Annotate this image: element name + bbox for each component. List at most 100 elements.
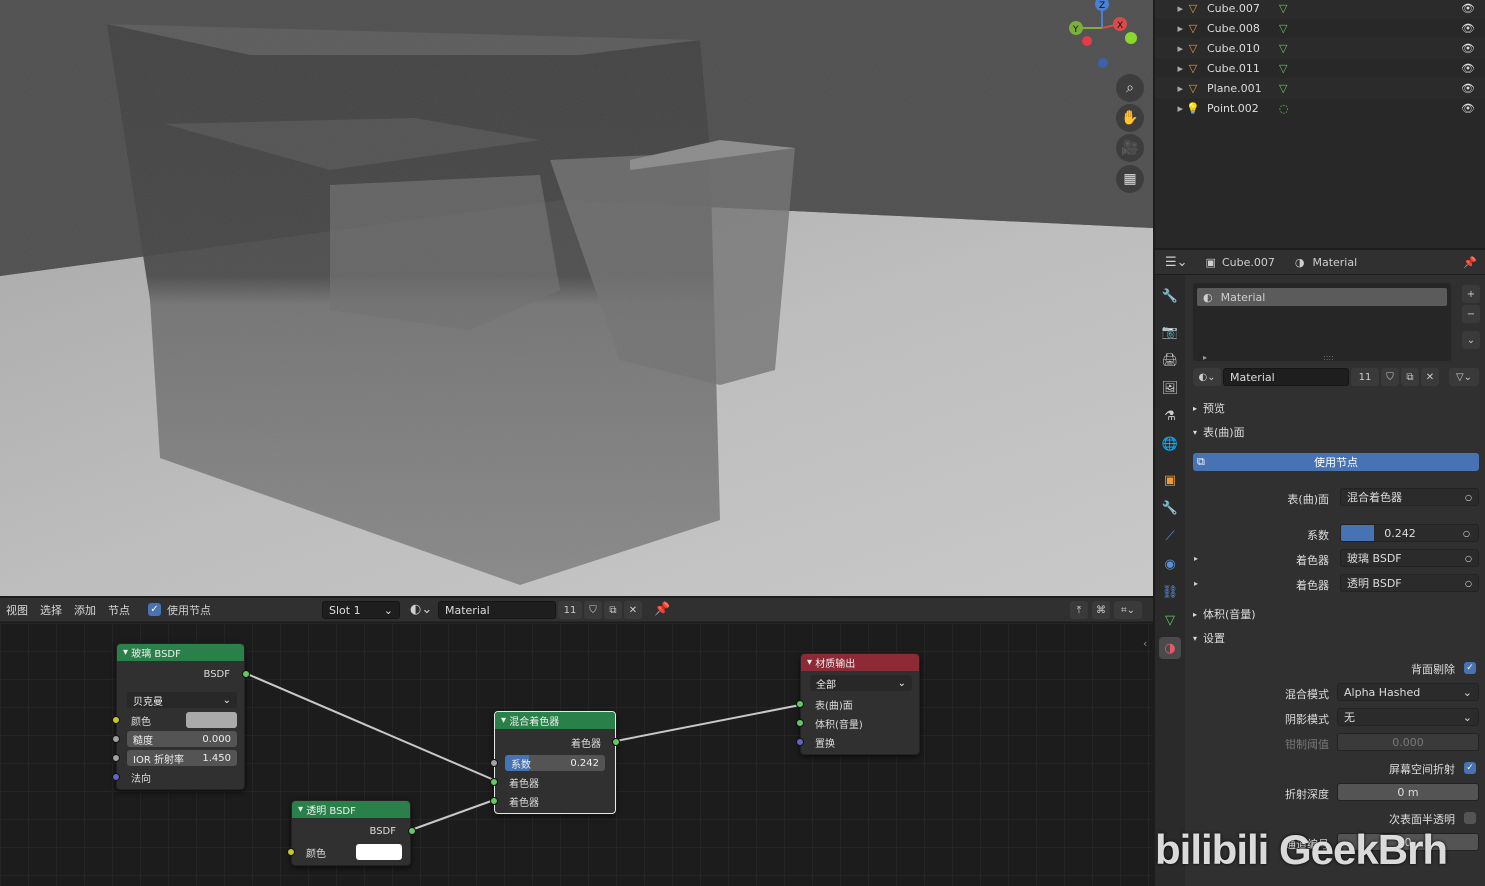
slot-specials-icon[interactable]: ⌄ xyxy=(1462,331,1480,349)
menu-add[interactable]: 添加 xyxy=(68,602,102,618)
menu-view[interactable]: 视图 xyxy=(0,602,34,618)
mesh-data-icon[interactable]: ▽ xyxy=(1279,22,1287,35)
use-nodes-toggle[interactable]: ✓ 使用节点 xyxy=(148,602,211,618)
modifier-tab-icon[interactable]: 🔧 xyxy=(1159,497,1181,519)
unlink-icon[interactable]: ✕ xyxy=(624,601,642,619)
snap-options-icon[interactable]: ⌗⌄ xyxy=(1114,601,1142,619)
screen-space-refraction-checkbox[interactable]: ✓ xyxy=(1464,762,1476,774)
node-glass-bsdf[interactable]: ▾ 玻璃 BSDF BSDF 贝克曼 ⌄ 颜色 糙度 0.000 IOR 折射率 1.… xyxy=(112,643,250,790)
mesh-data-icon[interactable]: ▽ xyxy=(1279,2,1287,15)
expand-icon[interactable]: ▸ xyxy=(1155,102,1183,115)
remove-slot-icon[interactable]: − xyxy=(1462,305,1480,323)
outliner-row[interactable]: ▸ 💡 Point.002 ◌ 👁 xyxy=(1155,98,1485,118)
mesh-data-icon[interactable]: ▽ xyxy=(1279,42,1287,55)
settings-panel-header[interactable]: ▾ 设置 xyxy=(1185,627,1485,649)
shader2-socket[interactable] xyxy=(490,797,498,805)
pin-icon[interactable]: 📌 xyxy=(654,602,670,617)
mesh-data-icon[interactable]: ▽ xyxy=(1279,62,1287,75)
surface-shader-field[interactable]: 混合着色器 ○ xyxy=(1340,488,1479,506)
constraints-tab-icon[interactable]: ⛓ xyxy=(1159,581,1181,603)
add-slot-icon[interactable]: + xyxy=(1462,285,1480,303)
fake-user-icon[interactable]: ⛉ xyxy=(584,601,602,619)
scene-tab-icon[interactable]: ⚗ xyxy=(1159,405,1181,427)
ior-field[interactable]: IOR 折射率 1.450 xyxy=(127,750,237,766)
eye-icon[interactable]: 👁 xyxy=(1461,22,1475,35)
clip-threshold-field[interactable]: 0.000 xyxy=(1337,733,1479,751)
preview-panel-header[interactable]: ▸ 预览 xyxy=(1185,397,1485,419)
physics-tab-icon[interactable]: ◉ xyxy=(1159,553,1181,575)
slot-dropdown[interactable]: Slot 1 ⌄ xyxy=(322,601,400,619)
shader1-field[interactable]: 玻璃 BSDF ○ xyxy=(1340,549,1479,567)
node-glass-header[interactable]: ▾ 玻璃 BSDF xyxy=(117,644,244,661)
material-slot-list[interactable]: ◐ Material ▸ :::: xyxy=(1193,283,1451,362)
backface-culling-checkbox[interactable]: ✓ xyxy=(1464,662,1476,674)
output-socket[interactable] xyxy=(242,670,250,678)
user-count[interactable]: 11 xyxy=(558,601,582,619)
fac-socket[interactable] xyxy=(490,759,498,767)
node-mix-shader[interactable]: ▾ 混合着色器 着色器 系数 0.242 着色器 着色器 xyxy=(490,711,620,814)
shadow-mode-dropdown[interactable]: 无 ⌄ xyxy=(1337,708,1479,726)
user-count[interactable]: 11 xyxy=(1351,368,1379,386)
object-tab-icon[interactable]: ▣ xyxy=(1159,469,1181,491)
displacement-socket[interactable] xyxy=(796,738,804,746)
outliner-row[interactable]: ▸ ▽ Cube.010 ▽ 👁 xyxy=(1155,38,1485,58)
output-socket[interactable] xyxy=(612,738,620,746)
outliner-row[interactable]: ▸ ▽ Plane.001 ▽ 👁 xyxy=(1155,78,1485,98)
fac-slider[interactable]: 0.242 ○ xyxy=(1340,524,1479,542)
eye-icon[interactable]: 👁 xyxy=(1461,62,1475,75)
parent-node-icon[interactable]: ⤒ xyxy=(1070,601,1088,619)
color-swatch[interactable] xyxy=(356,844,402,860)
surface-socket[interactable] xyxy=(796,700,804,708)
particles-tab-icon[interactable]: ⟋ xyxy=(1159,525,1181,547)
duplicate-icon[interactable]: ⧉ xyxy=(1401,368,1419,386)
shader1-socket[interactable] xyxy=(490,778,498,786)
zoom-icon[interactable]: ⌕ xyxy=(1116,74,1144,102)
unlink-icon[interactable]: ✕ xyxy=(1421,368,1439,386)
surface-panel-header[interactable]: ▾ 表(曲)面 xyxy=(1185,421,1485,443)
roughness-socket[interactable] xyxy=(112,735,120,743)
eye-icon[interactable]: 👁 xyxy=(1461,2,1475,15)
eye-icon[interactable]: 👁 xyxy=(1461,82,1475,95)
3d-viewport[interactable]: Z X Y ⌕ ✋ 🎥 ▦ xyxy=(0,0,1153,596)
volume-panel-header[interactable]: ▸ 体积(音量) xyxy=(1185,603,1485,625)
resize-handle-icon[interactable]: :::: xyxy=(1323,353,1334,362)
expand-icon[interactable]: ▸ xyxy=(1194,579,1198,588)
pin-icon[interactable]: 📌 xyxy=(1463,256,1477,269)
subsurface-translucency-checkbox[interactable] xyxy=(1464,812,1476,824)
node-editor[interactable]: ▾ 玻璃 BSDF BSDF 贝克曼 ⌄ 颜色 糙度 0.000 IOR 折射率 1.… xyxy=(0,623,1153,886)
view-layer-tab-icon[interactable]: 🖼 xyxy=(1159,377,1181,399)
sidebar-toggle-icon[interactable]: ‹ xyxy=(1143,637,1147,650)
navigation-gizmo[interactable]: Z X Y xyxy=(1064,0,1144,70)
expand-icon[interactable]: ▸ xyxy=(1155,22,1183,35)
color-swatch[interactable] xyxy=(186,712,237,728)
expand-icon[interactable]: ▸ xyxy=(1155,82,1183,95)
editor-type-icon[interactable]: ☰⌄ xyxy=(1165,255,1188,270)
material-sphere-icon[interactable]: ◐⌄ xyxy=(410,602,432,617)
outliner[interactable]: ▸ ▽ Cube.007 ▽ 👁 ▸ ▽ Cube.008 ▽ 👁 ▸ ▽ Cu… xyxy=(1155,0,1485,248)
target-dropdown[interactable]: 全部 ⌄ xyxy=(810,675,912,691)
roughness-field[interactable]: 糙度 0.000 xyxy=(127,731,237,747)
tool-tab-icon[interactable]: 🔧 xyxy=(1159,285,1181,307)
outliner-row[interactable]: ▸ ▽ Cube.007 ▽ 👁 xyxy=(1155,0,1485,18)
output-socket[interactable] xyxy=(408,827,416,835)
eye-icon[interactable]: 👁 xyxy=(1461,42,1475,55)
refraction-depth-field[interactable]: 0 m xyxy=(1337,783,1479,801)
world-tab-icon[interactable]: 🌐 xyxy=(1159,433,1181,455)
blend-mode-dropdown[interactable]: Alpha Hashed ⌄ xyxy=(1337,683,1479,701)
eye-icon[interactable]: 👁 xyxy=(1461,102,1475,115)
fake-user-icon[interactable]: ⛉ xyxy=(1381,368,1399,386)
normal-socket[interactable] xyxy=(112,773,120,781)
render-tab-icon[interactable]: 📷 xyxy=(1159,321,1181,343)
material-name-field[interactable]: Material xyxy=(1223,368,1349,386)
use-nodes-button[interactable]: ⧉ 使用节点 xyxy=(1193,453,1479,471)
camera-icon[interactable]: 🎥 xyxy=(1116,134,1144,162)
color-socket[interactable] xyxy=(112,716,120,724)
color-socket[interactable] xyxy=(287,848,295,856)
expand-icon[interactable]: ▸ xyxy=(1155,62,1183,75)
snap-icon[interactable]: ⌘ xyxy=(1092,601,1110,619)
volume-socket[interactable] xyxy=(796,719,804,727)
node-transparent-bsdf[interactable]: ▾ 透明 BSDF BSDF 颜色 xyxy=(287,800,416,866)
grid-view-icon[interactable]: ▦ xyxy=(1116,165,1144,193)
ior-socket[interactable] xyxy=(112,754,120,762)
expand-icon[interactable]: ▸ xyxy=(1155,42,1183,55)
